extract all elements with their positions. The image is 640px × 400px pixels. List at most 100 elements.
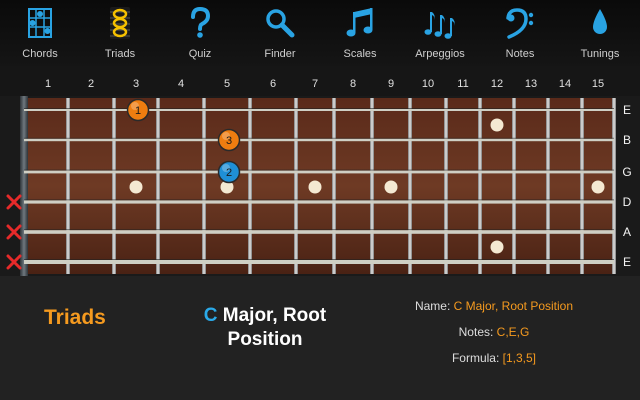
guitar-string <box>24 109 614 111</box>
fret-wire <box>444 98 448 274</box>
string-shadow <box>24 137 614 139</box>
string-name: A <box>623 225 631 239</box>
formula-value: [1,3,5] <box>502 351 537 365</box>
fret-number: 4 <box>177 78 185 90</box>
fret-number: 5 <box>223 78 231 90</box>
guitar-string <box>24 230 614 234</box>
bass-clef-icon <box>506 8 534 39</box>
inlay-dot <box>490 118 504 132</box>
fret-number: 2 <box>87 78 95 90</box>
notes-value: C,E,G <box>496 325 530 339</box>
fret-number: 1 <box>44 78 52 90</box>
fret-wire <box>370 98 374 274</box>
fret-wire <box>156 98 160 274</box>
chord-diagram-icon <box>28 8 52 38</box>
formula-label: Formula: <box>451 351 500 365</box>
toolbar-label: Arpeggios <box>415 48 465 60</box>
inlay-dot <box>384 180 398 194</box>
fret-wire <box>512 98 516 274</box>
notes-row: Notes: C,E,G <box>384 325 604 339</box>
string-shadow <box>24 169 614 171</box>
toolbar-item-finder[interactable]: Finder <box>240 0 320 66</box>
name-row: Name: C Major, Root Position <box>384 299 604 313</box>
toolbar-item-quiz[interactable]: Quiz <box>160 0 240 66</box>
fret-number: 10 <box>421 78 435 90</box>
toolbar-item-triads[interactable]: Triads <box>80 0 160 66</box>
fret-wire <box>612 98 616 274</box>
fret-number-bar: 1 2 3 4 5 6 7 8 9 10 11 12 13 14 15 <box>0 66 640 96</box>
string-shadow <box>24 229 614 231</box>
string-shadow <box>24 259 614 260</box>
toolbar-item-arpeggios[interactable]: Arpeggios <box>400 0 480 66</box>
chord-name: C Major, Root Position <box>180 304 350 352</box>
fret-number: 8 <box>349 78 357 90</box>
guitar-string <box>24 138 614 142</box>
string-shadow <box>24 199 614 201</box>
name-value: C Major, Root Position <box>453 299 574 313</box>
nut <box>20 96 28 276</box>
section-title: Triads <box>44 306 106 329</box>
magnifier-icon <box>266 9 295 38</box>
fret-number: 9 <box>387 78 395 90</box>
triad-notes-icon <box>110 7 130 39</box>
beamed-notes-icon <box>346 8 373 37</box>
fret-number: 13 <box>524 78 538 90</box>
formula-row: Formula: [1,3,5] <box>384 351 604 365</box>
inlay-dot <box>129 180 143 194</box>
string-name: E <box>623 255 631 269</box>
guitar-string <box>24 170 614 174</box>
toolbar-item-tunings[interactable]: Tunings <box>560 0 640 66</box>
fret-number: 12 <box>490 78 504 90</box>
fret-wire <box>294 98 298 274</box>
toolbar-item-chords[interactable]: Chords <box>0 0 80 66</box>
guitar-string <box>24 200 614 204</box>
fret-wire <box>202 98 206 274</box>
fret-wire <box>332 98 336 274</box>
fret-number: 3 <box>132 78 140 90</box>
triple-notes-icon <box>424 12 455 39</box>
string-shadow <box>24 108 614 109</box>
fret-wire <box>478 98 482 274</box>
chord-quality: Major, Root Position <box>217 305 327 350</box>
string-name: B <box>623 133 631 147</box>
question-mark-icon <box>191 6 211 38</box>
toolbar-label: Notes <box>505 48 535 60</box>
chord-root: C <box>203 305 218 326</box>
fret-wire <box>248 98 252 274</box>
inlay-dot <box>490 240 504 254</box>
guitar-string <box>24 260 614 264</box>
fret-wire <box>66 98 70 274</box>
finger-marker[interactable]: 3 <box>217 128 241 152</box>
toolbar-label: Scales <box>343 48 377 60</box>
notes-label: Notes: <box>458 325 494 339</box>
toolbar-label: Finder <box>264 48 296 60</box>
finger-number: 2 <box>226 167 232 179</box>
finger-number: 3 <box>226 135 232 147</box>
toolbar-item-notes[interactable]: Notes <box>480 0 560 66</box>
fretboard[interactable]: E B G D A E 1 3 2 <box>0 96 640 276</box>
finger-number: 1 <box>135 105 141 117</box>
fret-number: 11 <box>457 78 469 90</box>
string-name: D <box>623 195 632 209</box>
finger-marker[interactable]: 2 <box>217 160 241 184</box>
string-name: G <box>622 165 631 179</box>
fret-wire <box>408 98 412 274</box>
fret-number: 15 <box>591 78 605 90</box>
drop-icon <box>593 9 607 34</box>
toolbar-label: Tunings <box>580 48 620 60</box>
toolbar-label: Chords <box>22 48 58 60</box>
toolbar: Chords Triads Quiz Finder Scales Arpeggi… <box>0 0 640 66</box>
finger-marker[interactable]: 1 <box>126 98 150 122</box>
fret-wire <box>112 98 116 274</box>
string-name: E <box>623 103 631 117</box>
name-label: Name: <box>414 299 451 313</box>
toolbar-item-scales[interactable]: Scales <box>320 0 400 66</box>
fret-number: 14 <box>558 78 572 90</box>
fret-wire <box>580 98 584 274</box>
fret-number: 6 <box>269 78 277 90</box>
inlay-dot <box>308 180 322 194</box>
inlay-dot <box>591 180 605 194</box>
fret-wire <box>546 98 550 274</box>
toolbar-label: Quiz <box>188 48 212 60</box>
toolbar-label: Triads <box>104 48 136 60</box>
